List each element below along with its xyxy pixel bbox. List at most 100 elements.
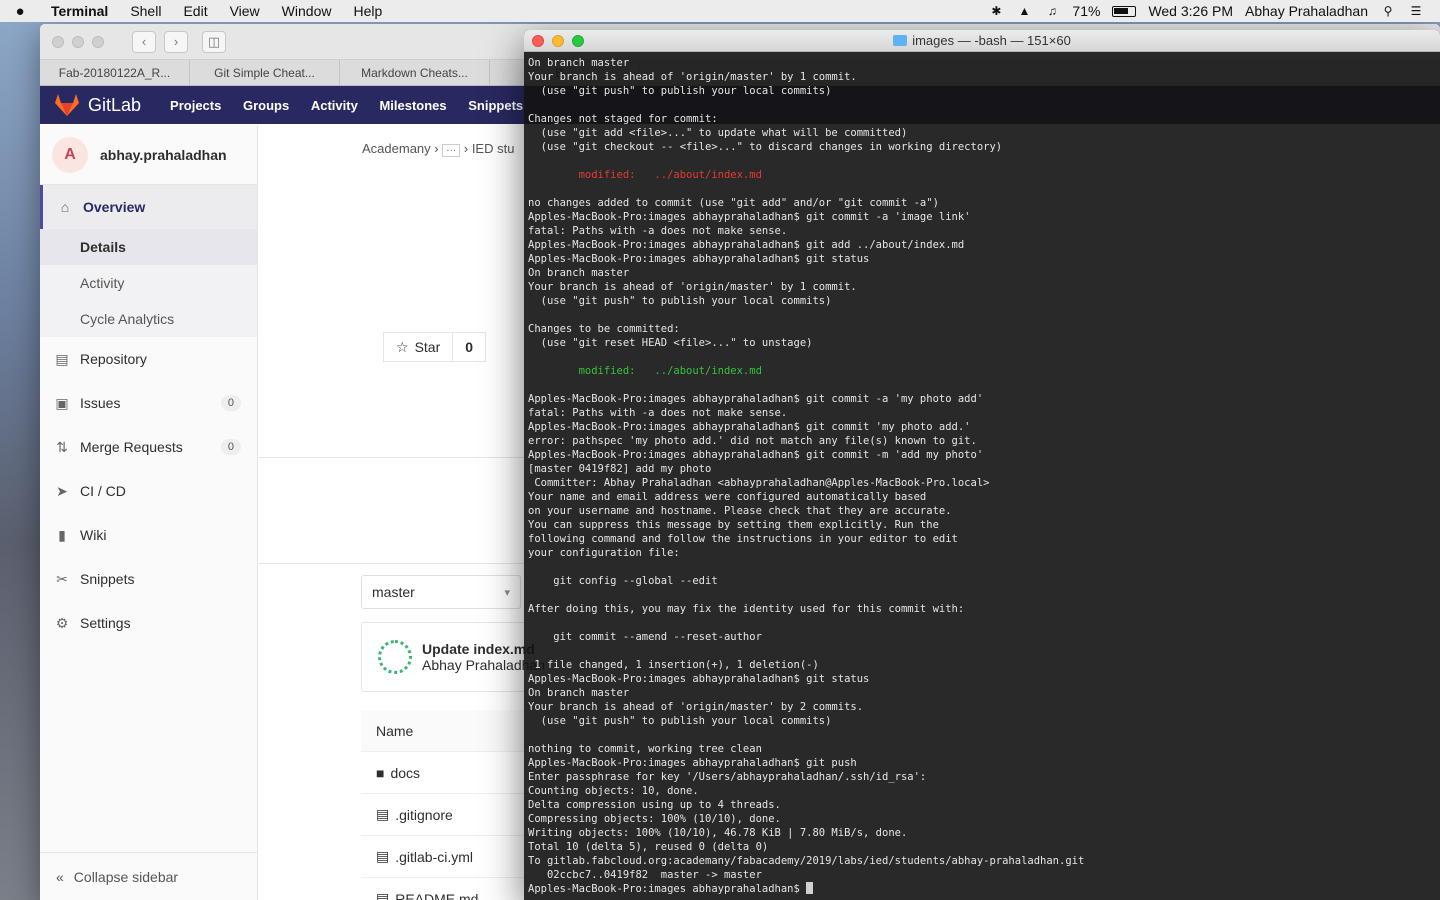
terminal-window: images — -bash — 151×60 On branch master… (524, 30, 1440, 900)
star-label: Star (414, 339, 441, 355)
terminal-line: nothing to commit, working tree clean (528, 743, 762, 755)
file-name[interactable]: .gitlab-ci.yml (395, 849, 473, 865)
notification-center-icon[interactable]: ☰ (1408, 4, 1424, 18)
terminal-line: modified: ../about/index.md (528, 365, 762, 377)
breadcrumb-more[interactable]: ··· (442, 144, 461, 157)
terminal-line: Apples-MacBook-Pro:images abhayprahaladh… (528, 239, 965, 251)
sidebar-item-label: Merge Requests (80, 439, 183, 455)
forward-icon[interactable]: › (164, 30, 188, 53)
sidebar-item-settings[interactable]: ⚙ Settings (40, 601, 257, 645)
terminal-line: (use "git add <file>..." to update what … (528, 127, 908, 139)
terminal-line: (use "git push" to publish your local co… (528, 715, 832, 727)
terminal-line: (use "git reset HEAD <file>..." to unsta… (528, 337, 813, 349)
star-button[interactable]: ☆ Star (383, 332, 454, 362)
sidebar-project-header[interactable]: A abhay.prahaladhan (40, 125, 257, 185)
back-icon[interactable]: ‹ (132, 30, 156, 53)
close-icon[interactable] (532, 34, 544, 47)
terminal-line: Changes to be committed: (528, 323, 680, 335)
branch-name: master (372, 584, 415, 600)
spotlight-icon[interactable]: ⚲ (1380, 4, 1396, 18)
terminal-line: (use "git push" to publish your local co… (528, 295, 832, 307)
terminal-titlebar[interactable]: images — -bash — 151×60 (524, 30, 1440, 52)
sidebar-toggle-icon[interactable]: ◫ (202, 30, 226, 53)
menu-app-name[interactable]: Terminal (40, 3, 119, 19)
terminal-line: [master 0419f82] add my photo (528, 463, 712, 475)
terminal-line: error: pathspec 'my photo add.' did not … (528, 435, 977, 447)
nav-milestones[interactable]: Milestones (370, 98, 455, 113)
menu-shell[interactable]: Shell (119, 3, 172, 19)
terminal-line: 1 file changed, 1 insertion(+), 1 deleti… (528, 659, 819, 671)
file-icon: ▤ (376, 806, 390, 822)
terminal-output[interactable]: On branch master Your branch is ahead of … (524, 52, 1440, 900)
close-window-icon[interactable] (52, 35, 64, 48)
file-name[interactable]: docs (390, 765, 420, 781)
gitlab-logo-text: GitLab (88, 94, 142, 115)
name-column-header: Name (376, 722, 414, 739)
star-count[interactable]: 0 (453, 332, 487, 362)
clock[interactable]: Wed 3:26 PM (1148, 3, 1233, 19)
breadcrumb-root[interactable]: Academany (362, 141, 431, 156)
zoom-window-icon[interactable] (92, 35, 104, 48)
user-name[interactable]: Abhay Prahaladhan (1245, 3, 1368, 19)
sidebar-item-merge-requests[interactable]: ⇅ Merge Requests 0 (40, 425, 257, 469)
wifi-icon[interactable]: ▲ (1016, 4, 1032, 18)
terminal-line: on your username and hostname. Please ch… (528, 505, 952, 517)
nav-activity[interactable]: Activity (302, 98, 367, 113)
terminal-line: no changes added to commit (use "git add… (528, 197, 939, 209)
browser-tab[interactable]: Git Simple Cheat... (190, 60, 340, 85)
sidebar-subitem-cycle-analytics[interactable]: Cycle Analytics (40, 301, 257, 337)
nav-projects[interactable]: Projects (161, 98, 230, 113)
browser-tab[interactable]: Fab-20180122A_R... (40, 60, 190, 85)
sidebar-item-label: Repository (80, 351, 147, 367)
terminal-line: fatal: Paths with -a does not make sense… (528, 225, 788, 237)
terminal-line: Apples-MacBook-Pro:images abhayprahaladh… (528, 211, 971, 223)
sidebar-subitem-activity[interactable]: Activity (40, 265, 257, 301)
sidebar-item-repository[interactable]: ▤ Repository (40, 337, 257, 381)
sidebar-item-snippets[interactable]: ✂ Snippets (40, 557, 257, 601)
branch-select[interactable]: master ▾ (361, 575, 521, 609)
browser-tab[interactable]: Markdown Cheats... (340, 60, 490, 85)
breadcrumb: Academany › ··· › IED stu (362, 141, 515, 157)
terminal-line: git commit --amend --reset-author (528, 631, 762, 643)
apple-menu-icon[interactable]: ● (0, 3, 40, 20)
gitlab-logo[interactable]: GitLab (40, 93, 161, 117)
terminal-line: After doing this, you may fix the identi… (528, 603, 965, 615)
file-name[interactable]: README.md (395, 891, 478, 900)
book-icon: ▮ (58, 526, 66, 543)
menu-edit[interactable]: Edit (172, 3, 218, 19)
terminal-line: On branch master (528, 267, 630, 279)
battery-percent[interactable]: 71% (1072, 3, 1100, 19)
terminal-line: (use "git checkout -- <file>..." to disc… (528, 141, 1003, 153)
terminal-line: (use "git push" to publish your local co… (528, 85, 832, 97)
terminal-line: Your branch is ahead of 'origin/master' … (528, 71, 857, 83)
sidebar-subitem-details[interactable]: Details (40, 229, 257, 265)
terminal-line: Total 10 (delta 5), reused 0 (delta 0) (528, 841, 769, 853)
rocket-icon: ➤ (56, 482, 68, 499)
bluetooth-icon[interactable]: ✱ (988, 4, 1004, 18)
minimize-window-icon[interactable] (72, 35, 84, 48)
zoom-icon[interactable] (572, 34, 584, 47)
menu-bar: ● Terminal Shell Edit View Window Help ✱… (0, 0, 1440, 22)
sidebar-item-label: Overview (83, 199, 146, 215)
battery-icon[interactable] (1112, 5, 1137, 17)
sidebar-item-wiki[interactable]: ▮ Wiki (40, 513, 257, 557)
menu-view[interactable]: View (219, 3, 271, 19)
terminal-line: Your branch is ahead of 'origin/master' … (528, 701, 864, 713)
breadcrumb-current[interactable]: IED stu (472, 141, 515, 156)
sidebar-item-overview[interactable]: ⌂ Overview (40, 185, 257, 229)
nav-snippets[interactable]: Snippets (459, 98, 532, 113)
nav-groups[interactable]: Groups (234, 98, 298, 113)
minimize-icon[interactable] (552, 34, 564, 47)
collapse-sidebar-button[interactable]: « Collapse sidebar (40, 852, 257, 900)
terminal-line: You can suppress this message by setting… (528, 519, 939, 531)
sidebar-item-ci-cd[interactable]: ➤ CI / CD (40, 469, 257, 513)
menu-window[interactable]: Window (271, 3, 343, 19)
sidebar-item-issues[interactable]: ▣ Issues 0 (40, 381, 257, 425)
sidebar-project-name: abhay.prahaladhan (100, 146, 227, 163)
terminal-line: Changes not staged for commit: (528, 113, 718, 125)
volume-icon[interactable]: ♫ (1044, 4, 1060, 18)
file-name[interactable]: .gitignore (395, 807, 453, 823)
menu-help[interactable]: Help (342, 3, 393, 19)
